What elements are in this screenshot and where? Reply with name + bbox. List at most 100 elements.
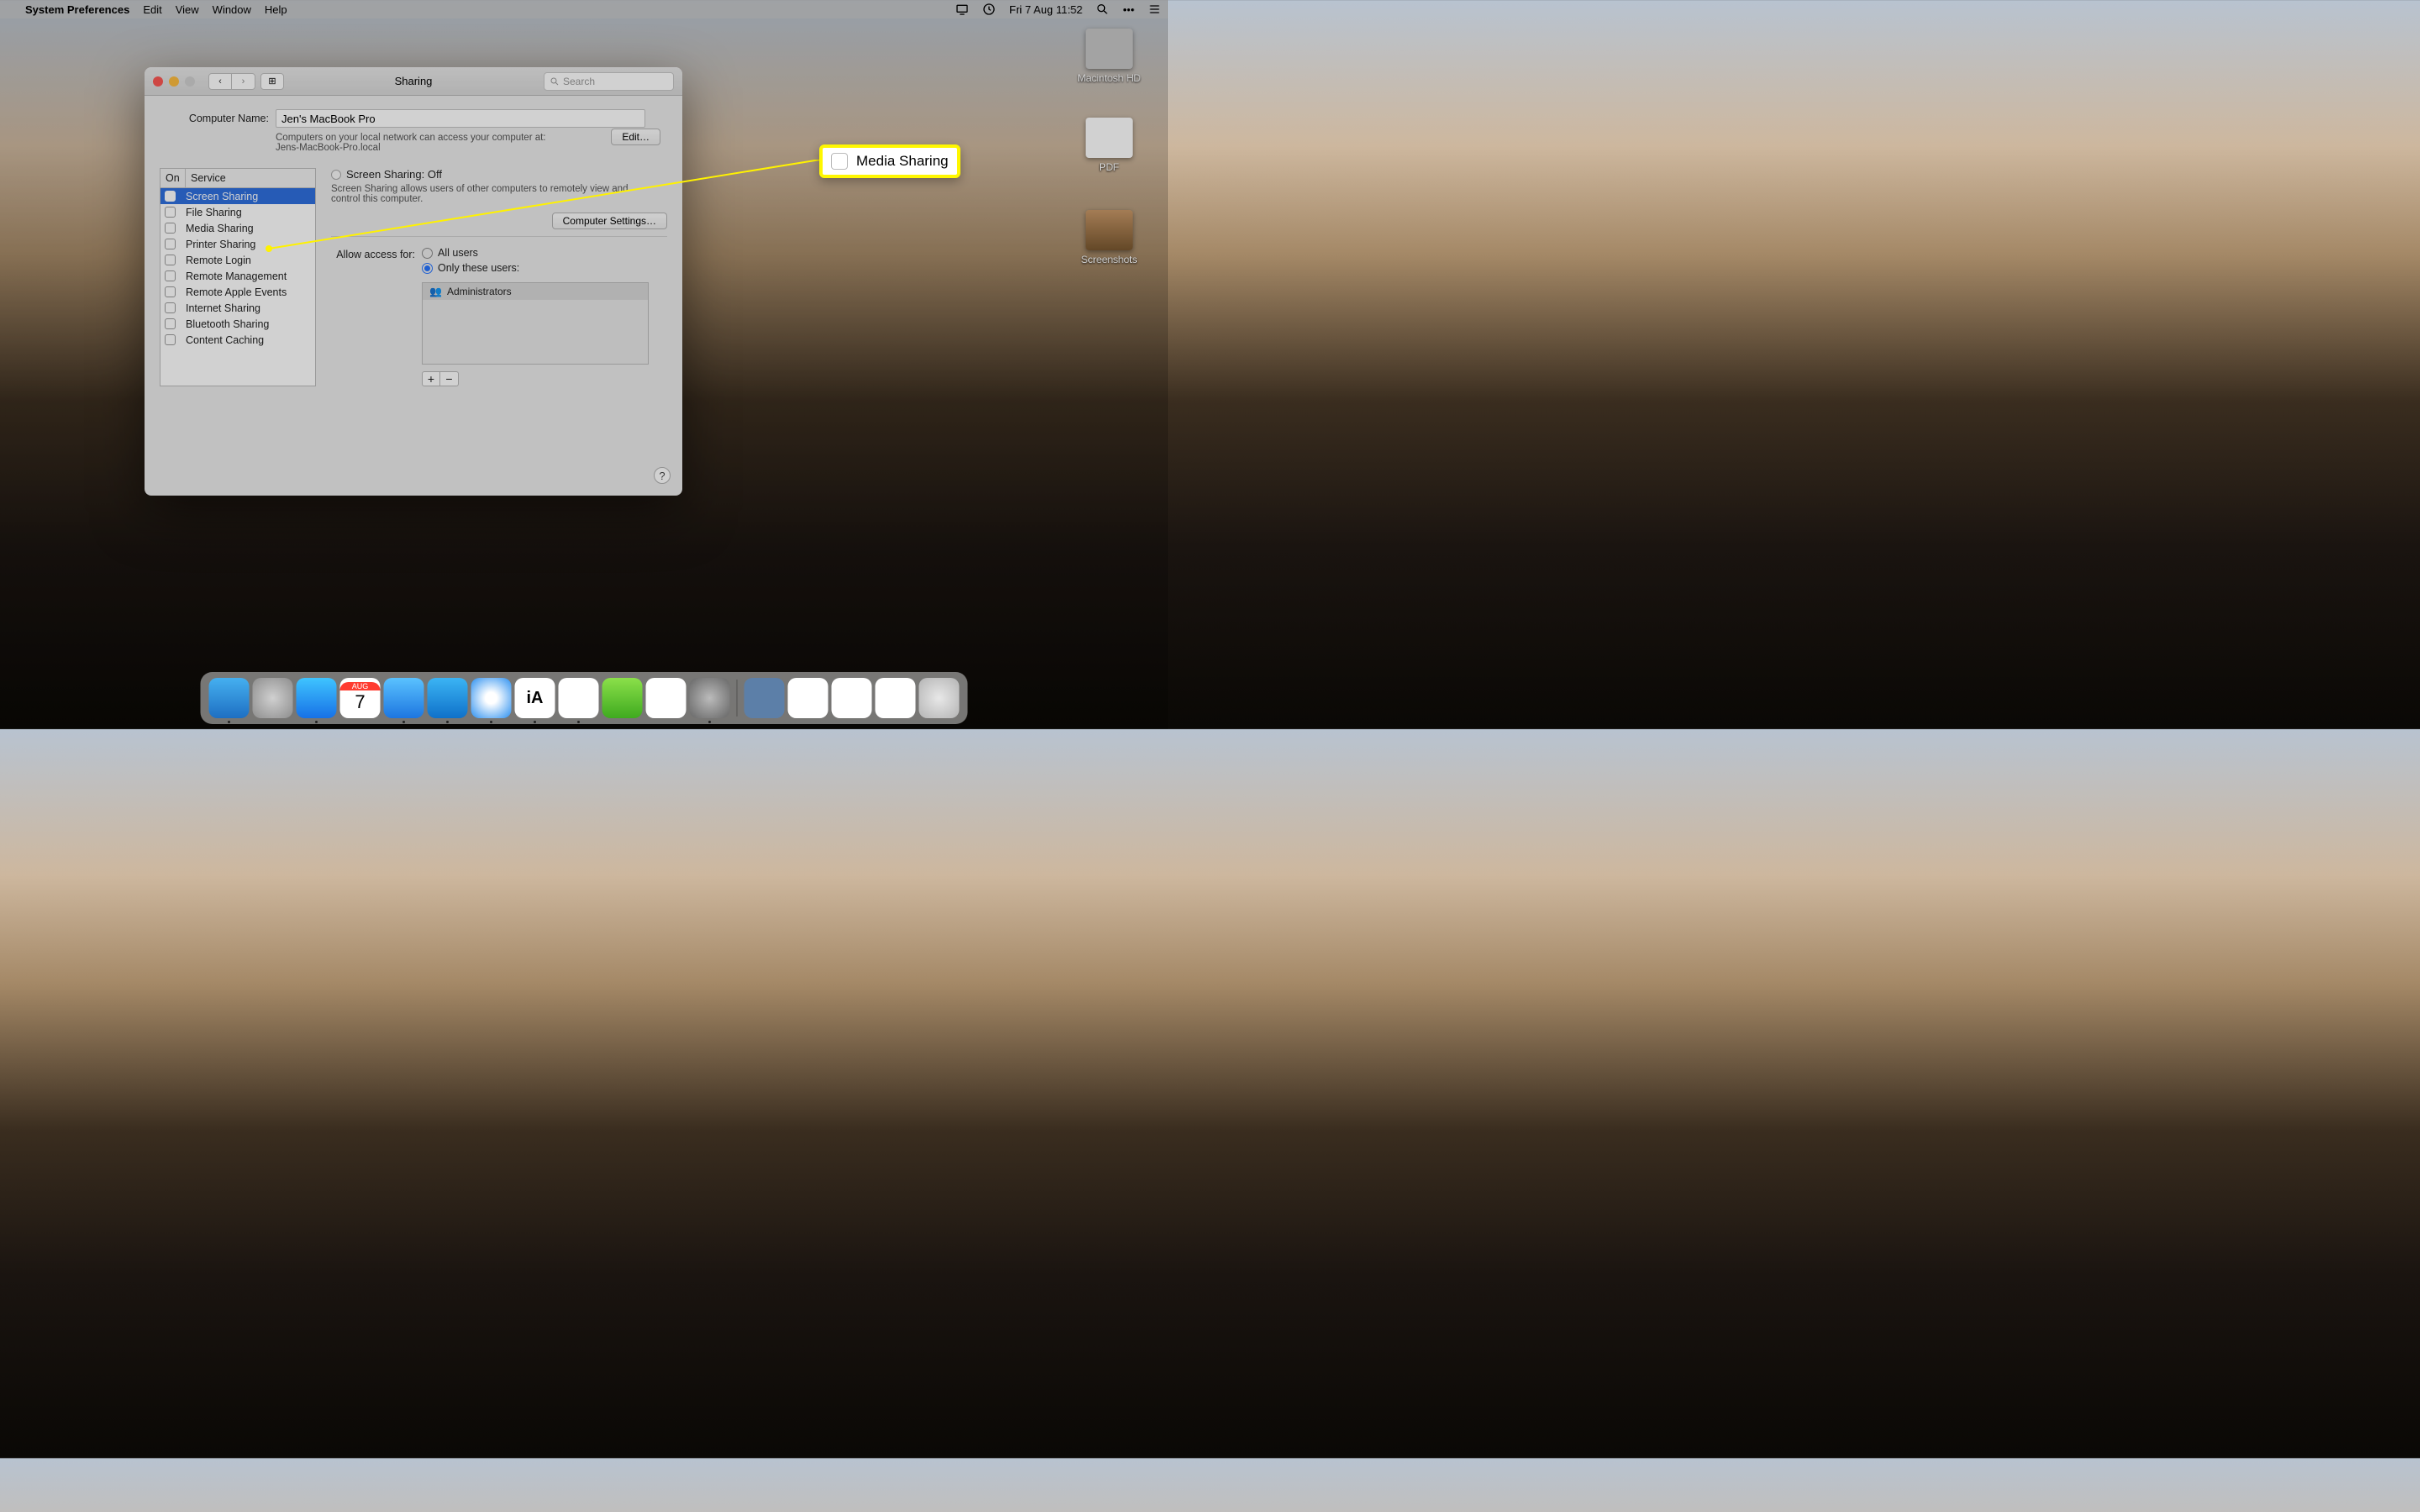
- service-list: On Service Screen Sharing File Sharing M…: [160, 168, 316, 386]
- checkbox[interactable]: [165, 286, 176, 297]
- service-row-remote-login[interactable]: Remote Login: [160, 252, 315, 268]
- checkbox[interactable]: [165, 302, 176, 313]
- radio-all-users[interactable]: All users: [422, 247, 649, 259]
- dock-separator: [737, 680, 738, 717]
- zoom-button[interactable]: [185, 76, 195, 87]
- service-status-title: Screen Sharing: Off: [346, 168, 442, 181]
- close-button[interactable]: [153, 76, 163, 87]
- search-placeholder: Search: [563, 76, 595, 87]
- radio-icon: [422, 263, 433, 274]
- harddrive-icon: [1086, 29, 1133, 69]
- service-row-remote-apple-events[interactable]: Remote Apple Events: [160, 284, 315, 300]
- column-on: On: [160, 169, 186, 187]
- checkbox[interactable]: [165, 255, 176, 265]
- checkbox[interactable]: [165, 239, 176, 249]
- dock-app4[interactable]: [876, 678, 916, 718]
- dock: AUG 7 iA: [201, 672, 968, 724]
- checkbox-icon: [831, 153, 848, 170]
- dock-finder[interactable]: [209, 678, 250, 718]
- hostname-text: Jens-MacBook-Pro.local: [276, 143, 578, 153]
- menu-view[interactable]: View: [176, 3, 199, 16]
- edit-button[interactable]: Edit…: [611, 129, 660, 145]
- menubar-datetime[interactable]: Fri 7 Aug 11:52: [1009, 3, 1082, 16]
- dock-slack[interactable]: [559, 678, 599, 718]
- window-title: Sharing: [395, 75, 433, 87]
- service-row-media-sharing[interactable]: Media Sharing: [160, 220, 315, 236]
- dock-launchpad[interactable]: [253, 678, 293, 718]
- service-detail: Screen Sharing: Off Screen Sharing allow…: [331, 168, 667, 386]
- checkbox[interactable]: [165, 334, 176, 345]
- titlebar: ‹ › ⊞ Sharing Search: [145, 67, 682, 96]
- status-dot: [331, 170, 341, 180]
- computer-name-field[interactable]: [276, 109, 645, 128]
- search-input[interactable]: Search: [544, 72, 674, 91]
- service-row-printer-sharing[interactable]: Printer Sharing: [160, 236, 315, 252]
- search-icon: [550, 76, 560, 87]
- display-icon[interactable]: [955, 3, 969, 16]
- dock-trash[interactable]: [919, 678, 960, 718]
- dock-textedit[interactable]: [646, 678, 687, 718]
- checkbox[interactable]: [165, 207, 176, 218]
- service-row-remote-management[interactable]: Remote Management: [160, 268, 315, 284]
- desktop-icon-macintosh-hd[interactable]: Macintosh HD: [1076, 29, 1143, 84]
- dock-app2[interactable]: [788, 678, 829, 718]
- computer-settings-button[interactable]: Computer Settings…: [552, 213, 667, 229]
- checkbox[interactable]: [165, 270, 176, 281]
- preferences-window: ‹ › ⊞ Sharing Search Computer Name: Comp…: [145, 67, 682, 496]
- user-list[interactable]: 👥Administrators: [422, 282, 649, 365]
- menu-edit[interactable]: Edit: [143, 3, 161, 16]
- app-menu[interactable]: System Preferences: [25, 3, 129, 16]
- callout-mingout-label: Media Sharing: [856, 153, 949, 170]
- checkbox[interactable]: [165, 223, 176, 234]
- radio-icon: [422, 248, 433, 259]
- desktop-icon-screenshots[interactable]: Screenshots: [1076, 210, 1143, 265]
- dock-calendar[interactable]: AUG 7: [340, 678, 381, 718]
- menubar: System Preferences Edit View Window Help…: [0, 0, 1168, 18]
- notification-center-icon[interactable]: [1148, 3, 1161, 16]
- computer-name-label: Computer Name:: [160, 113, 269, 124]
- dock-mail[interactable]: [384, 678, 424, 718]
- desktop-icon-pdf[interactable]: PDF: [1076, 118, 1143, 173]
- service-row-file-sharing[interactable]: File Sharing: [160, 204, 315, 220]
- column-service: Service: [186, 169, 231, 187]
- add-user-button[interactable]: +: [422, 371, 440, 386]
- checkbox[interactable]: [165, 318, 176, 329]
- dock-app3[interactable]: [832, 678, 872, 718]
- desktop-label: Screenshots: [1081, 254, 1138, 265]
- forward-button[interactable]: ›: [232, 73, 255, 90]
- service-row-bluetooth-sharing[interactable]: Bluetooth Sharing: [160, 316, 315, 332]
- users-icon: 👥: [429, 286, 442, 297]
- timemachine-icon[interactable]: [982, 3, 996, 16]
- dock-keynote[interactable]: [602, 678, 643, 718]
- radio-only-these[interactable]: Only these users:: [422, 262, 649, 274]
- service-row-content-caching[interactable]: Content Caching: [160, 332, 315, 348]
- user-row-administrators[interactable]: 👥Administrators: [423, 283, 648, 300]
- show-all-button[interactable]: ⊞: [260, 73, 284, 90]
- dock-safari[interactable]: [471, 678, 512, 718]
- access-text: Computers on your local network can acce…: [276, 133, 578, 143]
- service-row-internet-sharing[interactable]: Internet Sharing: [160, 300, 315, 316]
- dock-appstore[interactable]: [297, 678, 337, 718]
- remove-user-button[interactable]: −: [440, 371, 459, 386]
- service-row-screen-sharing[interactable]: Screen Sharing: [160, 188, 315, 204]
- service-description: Screen Sharing allows users of other com…: [331, 184, 650, 204]
- divider: [331, 236, 667, 237]
- dock-app1[interactable]: [744, 678, 785, 718]
- allow-access-label: Allow access for:: [331, 247, 415, 260]
- folder-icon: [1086, 210, 1133, 250]
- siri-icon[interactable]: •••: [1123, 3, 1134, 16]
- desktop-label: PDF: [1099, 161, 1119, 173]
- dock-system-preferences[interactable]: [690, 678, 730, 718]
- desktop-label: Macintosh HD: [1077, 72, 1140, 84]
- spotlight-icon[interactable]: [1096, 3, 1109, 16]
- menu-window[interactable]: Window: [213, 3, 251, 16]
- dock-tweetbot[interactable]: [428, 678, 468, 718]
- minimize-button[interactable]: [169, 76, 179, 87]
- back-button[interactable]: ‹: [208, 73, 232, 90]
- help-button[interactable]: ?: [654, 467, 671, 484]
- checkbox[interactable]: [165, 191, 176, 202]
- menu-help[interactable]: Help: [265, 3, 287, 16]
- pdf-icon: [1086, 118, 1133, 158]
- dock-iawriter[interactable]: iA: [515, 678, 555, 718]
- annotation-callout: Media Sharing: [819, 144, 960, 178]
